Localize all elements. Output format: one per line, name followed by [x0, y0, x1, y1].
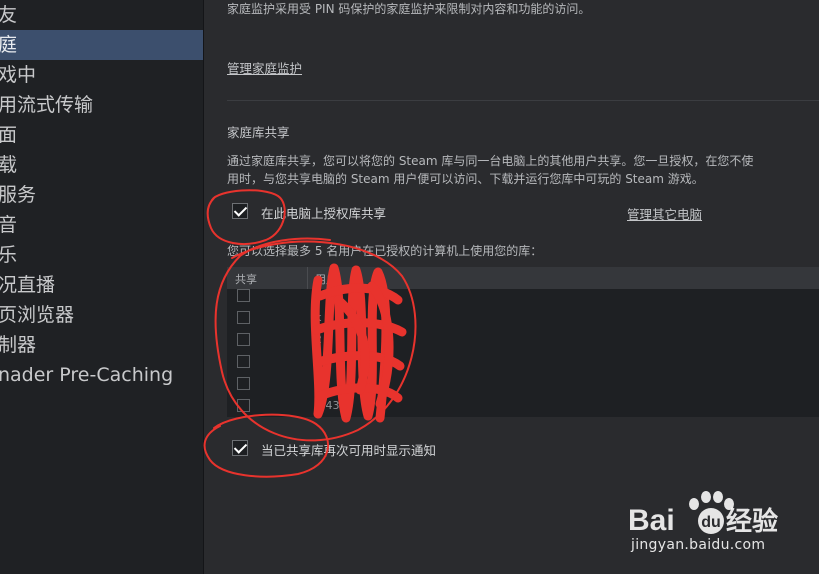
authorize-library-sharing-label: 在此电脑上授权库共享 [261, 206, 387, 221]
settings-content: 家庭监护采用受 PIN 码保护的家庭监护来限制对内容和功能的访问。 管理家庭监护… [203, 0, 819, 574]
sidebar-item-label: 用流式传输 [0, 94, 94, 116]
column-user: 用户 [315, 273, 337, 286]
sidebar-item-label: 庭 [0, 34, 18, 56]
sidebar-item-music[interactable]: 乐 [0, 240, 203, 270]
section-divider [227, 100, 819, 101]
share-user-checkbox[interactable] [237, 399, 250, 412]
share-user-checkbox[interactable] [237, 355, 250, 368]
shared-user-name: 2 [315, 333, 322, 346]
shared-user-name: 4 [315, 289, 322, 302]
sidebar-item-label: 音 [0, 214, 18, 236]
sidebar-item-family[interactable]: 庭 [0, 30, 203, 60]
sidebar-item-label: 载 [0, 154, 18, 176]
sidebar-item-downloads[interactable]: 载 [0, 150, 203, 180]
sidebar-item-label: 乐 [0, 244, 18, 266]
shared-user-name: 5 [315, 377, 322, 390]
shared-users-list: 共享 用户 4 k 2 1 5 1 4310 [227, 267, 819, 417]
family-library-description-line2: 用时，与您共享电脑的 Steam 用户便可以访问、下载并运行您库中可玩的 Ste… [227, 172, 704, 186]
column-share: 共享 [235, 273, 257, 286]
share-user-checkbox[interactable] [237, 333, 250, 346]
sidebar-item-interface[interactable]: 面 [0, 120, 203, 150]
sidebar-item-label: 页浏览器 [0, 304, 75, 326]
family-view-description: 家庭监护采用受 PIN 码保护的家庭监护来限制对内容和功能的访问。 [227, 2, 591, 16]
family-library-heading: 家庭库共享 [227, 125, 290, 140]
notify-when-available-checkbox[interactable] [232, 440, 248, 456]
sidebar-item-in-game[interactable]: 戏中 [0, 60, 203, 90]
settings-sidebar: 友 庭 戏中 用流式传输 面 载 服务 音 乐 况直播 页浏览器 制器 nade… [0, 0, 204, 574]
shared-user-name: k [315, 311, 322, 324]
sidebar-item-label: 面 [0, 124, 18, 146]
family-library-description-line1: 通过家庭库共享，您可以将您的 Steam 库与同一台电脑上的其他用户共享。您一旦… [227, 154, 754, 168]
sidebar-item-label: 戏中 [0, 64, 37, 86]
share-user-checkbox[interactable] [237, 311, 250, 324]
shared-user-name: 1 [315, 355, 322, 368]
sidebar-item-label: 制器 [0, 334, 37, 356]
sidebar-item-label: 况直播 [0, 274, 56, 296]
share-user-checkbox[interactable] [237, 289, 250, 302]
sidebar-item-cloud[interactable]: 服务 [0, 180, 203, 210]
sidebar-item-controller[interactable]: 制器 [0, 330, 203, 360]
notify-when-available-label: 当已共享库再次可用时显示通知 [261, 443, 437, 458]
share-user-checkbox[interactable] [237, 377, 250, 390]
list-header: 共享 用户 [227, 267, 819, 289]
manage-family-view-link[interactable]: 管理家庭监护 [227, 58, 302, 77]
column-separator [307, 267, 308, 289]
watermark-url: jingyan.baidu.com [631, 537, 766, 553]
sidebar-item-friends[interactable]: 友 [0, 0, 203, 30]
sidebar-item-broadcasting[interactable]: 况直播 [0, 270, 203, 300]
sidebar-item-voice[interactable]: 音 [0, 210, 203, 240]
shared-user-name: 1 4310 [315, 399, 354, 412]
sidebar-item-remote-play[interactable]: 用流式传输 [0, 90, 203, 120]
sidebar-item-label: nader Pre-Caching [0, 364, 174, 386]
sidebar-item-shader-pre-caching[interactable]: nader Pre-Caching [0, 360, 203, 390]
sidebar-item-label: 友 [0, 4, 18, 26]
authorize-library-sharing-checkbox[interactable] [232, 203, 248, 219]
select-users-hint: 您可以选择最多 5 名用户在已授权的计算机上使用您的库： [227, 244, 543, 258]
sidebar-item-label: 服务 [0, 184, 37, 206]
manage-other-computers-link[interactable]: 管理其它电脑 [627, 204, 702, 223]
sidebar-item-web-browser[interactable]: 页浏览器 [0, 300, 203, 330]
